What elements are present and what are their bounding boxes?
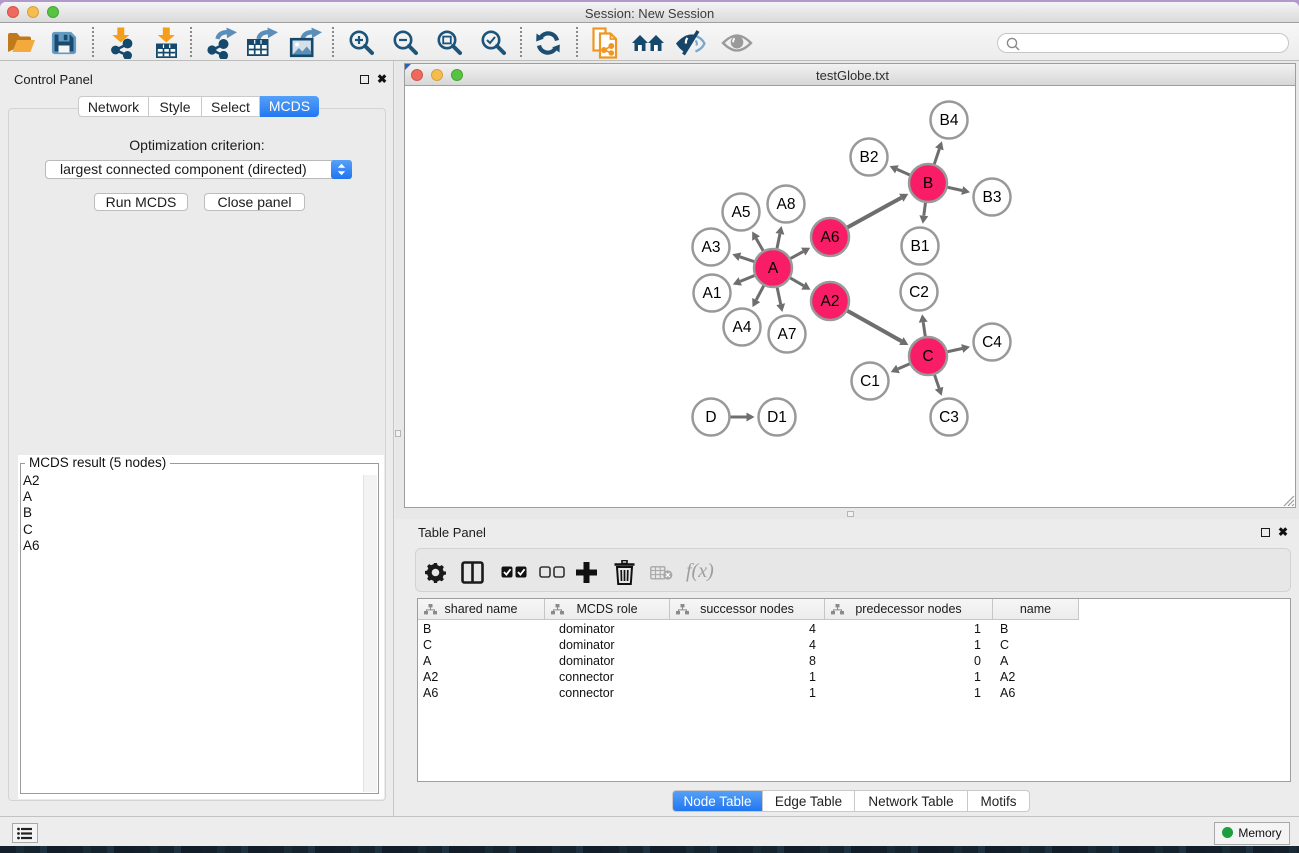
svg-text:C1: C1: [860, 373, 880, 390]
svg-text:A: A: [768, 260, 779, 277]
svg-text:A6: A6: [821, 229, 840, 246]
svg-text:A4: A4: [733, 319, 752, 336]
svg-text:A5: A5: [732, 204, 751, 221]
svg-text:C4: C4: [982, 334, 1002, 351]
svg-text:D: D: [705, 409, 716, 426]
svg-text:C: C: [922, 348, 933, 365]
svg-text:B1: B1: [911, 238, 930, 255]
svg-text:A1: A1: [703, 285, 722, 302]
svg-text:B: B: [923, 175, 933, 192]
svg-text:A7: A7: [778, 326, 797, 343]
svg-text:B2: B2: [860, 149, 879, 166]
svg-text:B3: B3: [983, 189, 1002, 206]
svg-text:A2: A2: [821, 293, 840, 310]
svg-text:B4: B4: [940, 112, 959, 129]
svg-text:C2: C2: [909, 284, 929, 301]
svg-text:A8: A8: [777, 196, 796, 213]
svg-text:D1: D1: [767, 409, 787, 426]
svg-text:C3: C3: [939, 409, 959, 426]
svg-text:A3: A3: [702, 239, 721, 256]
